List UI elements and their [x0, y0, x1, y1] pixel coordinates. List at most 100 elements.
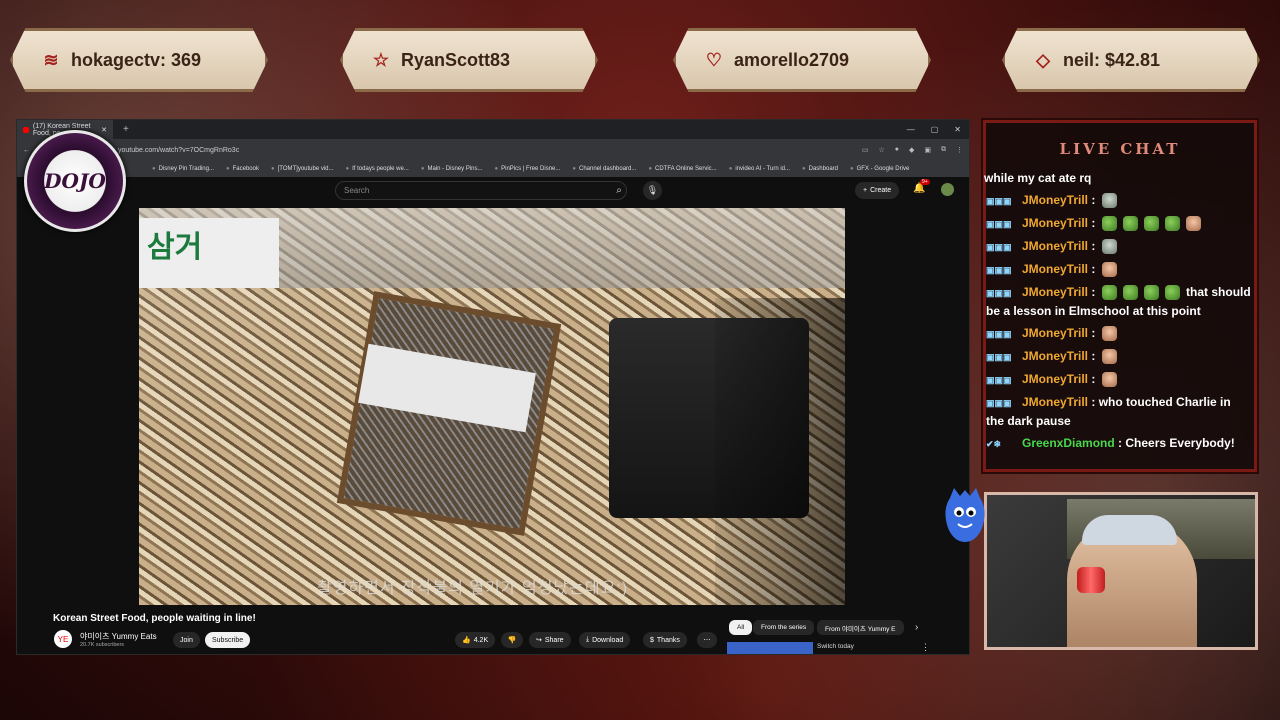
emote-icon	[1122, 285, 1138, 301]
download-label: Download	[592, 636, 624, 644]
chat-username[interactable]: JMoneyTrill	[1022, 193, 1088, 207]
bookmark-item[interactable]: Channel dashboard...	[572, 166, 636, 172]
chevron-right-icon[interactable]: ›	[915, 622, 918, 633]
dislike-button[interactable]: 👎	[501, 632, 523, 648]
chat-message: ▣▣▣ JMoneyTrill :	[986, 212, 1254, 235]
user-badges: ▣▣▣	[986, 329, 1012, 339]
chat-message: ▣▣▣ JMoneyTrill :	[986, 322, 1254, 345]
browser-window: (17) Korean Street Food, pe ✕ + — ▢ ✕ ← …	[16, 119, 970, 655]
user-badges: ▣▣▣	[986, 196, 1012, 206]
chat-message: ▣▣▣ JMoneyTrill :	[986, 258, 1254, 281]
emote-icon	[1122, 216, 1138, 232]
bookmark-item[interactable]: PinPics | Free Disne...	[495, 166, 560, 172]
extension-icon[interactable]: ▣	[924, 146, 931, 154]
user-badges: ▣▣▣	[986, 375, 1012, 385]
chat-username[interactable]: JMoneyTrill	[1022, 395, 1088, 409]
chip-all[interactable]: All	[729, 620, 753, 635]
chat-message: while my cat ate rq	[984, 167, 1254, 189]
extension-icon[interactable]: ◆	[909, 146, 914, 154]
webcam-feed	[984, 492, 1258, 650]
chat-text: while my cat ate rq	[984, 171, 1092, 185]
bookmark-item[interactable]: CDTFA Online Servic...	[648, 166, 717, 172]
chat-message: ▣▣▣ JMoneyTrill : who touched Charlie in …	[986, 395, 1231, 428]
close-icon[interactable]: ✕	[101, 126, 107, 134]
video-frame-element: 삼거	[139, 218, 279, 288]
emote-icon	[1101, 239, 1117, 255]
back-button[interactable]: ←	[23, 147, 30, 154]
close-window-button[interactable]: ✕	[954, 125, 961, 134]
chat-message-list: while my cat ate rq ▣▣▣ JMoneyTrill : ▣▣▣…	[984, 167, 1254, 455]
chat-username[interactable]: JMoneyTrill	[1022, 372, 1088, 386]
channel-name[interactable]: 야미이츠 Yummy Eats	[80, 631, 157, 642]
bookmark-item[interactable]: Dashboard	[802, 166, 838, 172]
chat-message: ▣▣▣ JMoneyTrill :	[986, 235, 1254, 258]
extension-icon[interactable]: ●	[895, 146, 899, 154]
user-badges: ✔❄	[986, 439, 1002, 449]
thanks-label: Thanks	[656, 636, 680, 644]
youtube-icon	[23, 126, 29, 133]
emote-icon	[1101, 193, 1117, 209]
chat-username[interactable]: JMoneyTrill	[1022, 349, 1088, 363]
coin-stack-icon: ≋	[43, 49, 59, 70]
download-button[interactable]: ⤓ Download	[579, 632, 631, 648]
minimize-button[interactable]: —	[907, 125, 915, 134]
bookmark-item[interactable]: GFX - Google Drive	[850, 166, 910, 172]
bookmark-item[interactable]: [TOMT]youtube vid...	[271, 166, 334, 172]
bookmark-item[interactable]: Main - Disney Pins...	[421, 166, 482, 172]
create-button[interactable]: + Create	[855, 182, 900, 199]
user-badges: ▣▣▣	[986, 219, 1012, 229]
chat-message: ▣▣▣ JMoneyTrill :	[986, 345, 1254, 368]
extensions-puzzle-icon[interactable]: ⧉	[941, 146, 946, 154]
user-badges: ▣▣▣	[986, 398, 1012, 408]
chat-message: ✔❄ GreenxDiamond : Cheers Everybody!	[986, 432, 1254, 455]
account-avatar[interactable]	[941, 183, 954, 196]
chip-from-channel[interactable]: From 야미이츠 Yummy E	[817, 620, 904, 635]
video-player[interactable]: 삼거 촬영하면서 장작불의 열기가 엄청났는데요:)	[139, 208, 845, 605]
chat-username[interactable]: GreenxDiamond	[1022, 436, 1115, 450]
user-badges: ▣▣▣	[986, 352, 1012, 362]
bookmark-item[interactable]: invideo AI - Turn id...	[729, 166, 790, 172]
thanks-button[interactable]: $ Thanks	[643, 632, 687, 648]
chat-message: ▣▣▣ JMoneyTrill : that should be a lesson…	[986, 285, 1251, 318]
heart-icon: ♡	[705, 49, 723, 70]
chat-message: ▣▣▣ JMoneyTrill :	[986, 189, 1254, 212]
join-button[interactable]: Join	[173, 632, 200, 648]
share-button[interactable]: ↪ Share	[529, 632, 571, 648]
chat-message: ▣▣▣ JMoneyTrill :	[986, 368, 1254, 391]
channel-avatar[interactable]: YE	[54, 630, 72, 648]
logo-text: DOJO	[44, 169, 106, 193]
search-icon[interactable]: ⌕	[607, 181, 631, 200]
search-input[interactable]: Search	[335, 181, 627, 200]
maximize-button[interactable]: ▢	[931, 125, 939, 134]
chat-username[interactable]: JMoneyTrill	[1022, 216, 1088, 230]
emote-icon	[1101, 349, 1117, 365]
new-tab-button[interactable]: +	[123, 124, 129, 135]
bookmark-star-icon[interactable]: ☆	[878, 146, 884, 154]
chat-username[interactable]: JMoneyTrill	[1022, 239, 1088, 253]
bookmark-item[interactable]: If todays people we...	[346, 166, 409, 172]
chat-username[interactable]: JMoneyTrill	[1022, 285, 1088, 299]
more-actions-button[interactable]: ⋯	[697, 632, 717, 648]
plus-icon: +	[863, 187, 868, 194]
promo-thumbnail[interactable]	[727, 642, 813, 654]
menu-icon[interactable]: ⋮	[956, 146, 963, 154]
recent-sub-plaque: ♡ amorello2709	[673, 28, 931, 92]
more-icon[interactable]: ⋮	[921, 642, 930, 653]
bookmark-item[interactable]: Facebook	[226, 166, 259, 172]
chip-from-series[interactable]: From the series	[753, 620, 815, 635]
url-field[interactable]: youtube.com/watch?v=7OCmgRnRo3c	[118, 147, 854, 154]
gem-icon: ◇	[1036, 49, 1050, 70]
bookmarks-bar: Disney Pin Trading... Facebook [TOMT]you…	[17, 161, 969, 177]
emote-icon	[1101, 372, 1117, 388]
like-button[interactable]: 👍 4.2K	[455, 632, 496, 648]
video-title: Korean Street Food, people waiting in li…	[53, 613, 256, 624]
top-tip-plaque: ◇ neil: $42.81	[1002, 28, 1260, 92]
chat-title: LIVE CHAT	[1059, 140, 1181, 158]
cast-icon[interactable]: ▭	[862, 146, 869, 154]
subscribe-button[interactable]: Subscribe	[205, 632, 251, 648]
bookmark-item[interactable]: Disney Pin Trading...	[152, 166, 214, 172]
live-chat-panel: LIVE CHAT while my cat ate rq ▣▣▣ JMoneyT…	[983, 120, 1257, 472]
microphone-icon[interactable]: 🎙	[643, 181, 662, 200]
chat-username[interactable]: JMoneyTrill	[1022, 326, 1088, 340]
chat-username[interactable]: JMoneyTrill	[1022, 262, 1088, 276]
